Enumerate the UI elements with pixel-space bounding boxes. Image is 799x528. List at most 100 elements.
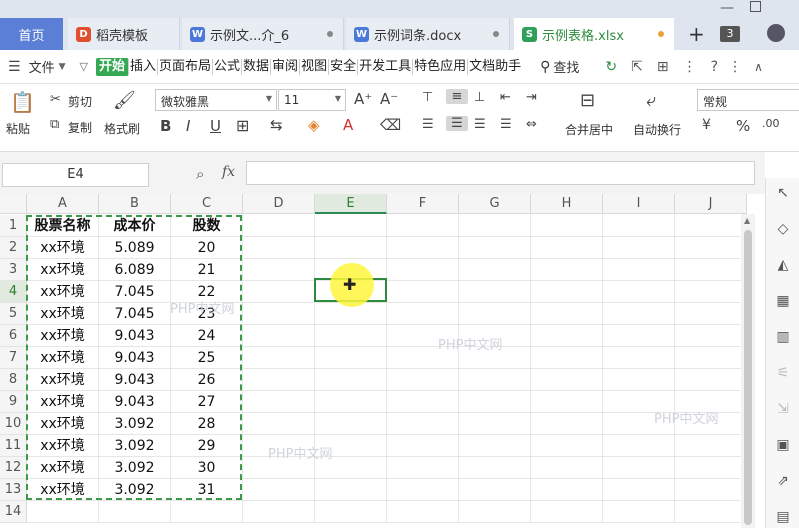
cell-i7[interactable] xyxy=(603,347,675,369)
cell-a7[interactable]: xx环境 xyxy=(27,347,99,369)
border-icon[interactable]: ⊞ xyxy=(236,116,249,135)
cell-h13[interactable] xyxy=(531,479,603,501)
cell-e10[interactable] xyxy=(315,413,387,435)
cell-f10[interactable] xyxy=(387,413,459,435)
row-header-12[interactable]: 12 xyxy=(0,457,27,479)
column-header-i[interactable]: I xyxy=(603,194,675,214)
cell-e8[interactable] xyxy=(315,369,387,391)
align-right-icon[interactable]: ☰ xyxy=(474,117,486,132)
gallery-icon[interactable]: ▤ xyxy=(774,508,792,526)
paste-icon[interactable]: 📋 xyxy=(10,90,35,114)
cell-i6[interactable] xyxy=(603,325,675,347)
cell-d9[interactable] xyxy=(243,391,315,413)
cell-i14[interactable] xyxy=(603,501,675,523)
cell-e6[interactable] xyxy=(315,325,387,347)
scroll-up-icon[interactable]: ▲ xyxy=(744,216,750,225)
cell-b5[interactable]: 7.045 xyxy=(99,303,171,325)
cell-i8[interactable] xyxy=(603,369,675,391)
cell-a1[interactable]: 股票名称 xyxy=(27,215,99,237)
cell-j12[interactable] xyxy=(675,457,747,479)
cell-d1[interactable] xyxy=(243,215,315,237)
indent-increase-icon[interactable]: ⇥ xyxy=(526,90,537,105)
cell-f11[interactable] xyxy=(387,435,459,457)
tab-docer-templates[interactable]: D 稻壳模板 xyxy=(68,18,180,50)
eraser-icon[interactable]: ⌫ xyxy=(380,116,401,134)
cell-j6[interactable] xyxy=(675,325,747,347)
cell-e1[interactable] xyxy=(315,215,387,237)
cell-c9[interactable]: 27 xyxy=(171,391,243,413)
menu-formulas[interactable]: 公式 xyxy=(213,58,243,75)
row-header-11[interactable]: 11 xyxy=(0,435,27,457)
tab-home[interactable]: 首页 xyxy=(0,18,63,50)
cell-g5[interactable] xyxy=(459,303,531,325)
menu-review[interactable]: 审阅 xyxy=(271,58,301,75)
chart-icon[interactable]: ▥ xyxy=(774,328,792,346)
cell-g12[interactable] xyxy=(459,457,531,479)
cell-c3[interactable]: 21 xyxy=(171,259,243,281)
minimize-icon[interactable]: — xyxy=(720,0,734,16)
cell-a9[interactable]: xx环境 xyxy=(27,391,99,413)
collab-icon[interactable]: ⊞ xyxy=(657,59,669,75)
spreadsheet-grid[interactable]: ABCDEFGHIJ 1 2 3 4 5 6 7 8 9 10 11 12 13 14 股票名称 成本价 股数… xyxy=(0,194,765,528)
font-name-select[interactable]: 微软雅黑 ▼ xyxy=(155,89,277,111)
select-cursor-icon[interactable]: ↖ xyxy=(774,184,792,202)
row-header-3[interactable]: 3 xyxy=(0,259,27,281)
cell-h12[interactable] xyxy=(531,457,603,479)
file-menu[interactable]: 文件 xyxy=(29,57,55,76)
cell-j7[interactable] xyxy=(675,347,747,369)
cell-a13[interactable]: xx环境 xyxy=(27,479,99,501)
bold-icon[interactable]: B xyxy=(160,117,171,135)
share-icon[interactable]: ⇱ xyxy=(631,59,643,75)
row-header-14[interactable]: 14 xyxy=(0,501,27,523)
cell-c13[interactable]: 31 xyxy=(171,479,243,501)
menu-security[interactable]: 安全 xyxy=(329,58,359,75)
increase-font-icon[interactable]: A⁺ xyxy=(354,90,372,108)
column-header-g[interactable]: G xyxy=(459,194,531,214)
cell-f1[interactable] xyxy=(387,215,459,237)
tab-count-badge[interactable]: 3 xyxy=(720,26,740,42)
formula-input[interactable] xyxy=(246,161,755,185)
cell-f2[interactable] xyxy=(387,237,459,259)
row-header-7[interactable]: 7 xyxy=(0,347,27,369)
column-header-f[interactable]: F xyxy=(387,194,459,214)
cell-i3[interactable] xyxy=(603,259,675,281)
column-header-h[interactable]: H xyxy=(531,194,603,214)
new-tab-button[interactable]: + xyxy=(688,22,705,46)
cell-e9[interactable] xyxy=(315,391,387,413)
cell-a6[interactable]: xx环境 xyxy=(27,325,99,347)
function-icon[interactable]: fx xyxy=(222,164,235,180)
cell-d8[interactable] xyxy=(243,369,315,391)
cell-h1[interactable] xyxy=(531,215,603,237)
cell-b1[interactable]: 成本价 xyxy=(99,215,171,237)
cell-g8[interactable] xyxy=(459,369,531,391)
cell-d7[interactable] xyxy=(243,347,315,369)
row-header-5[interactable]: 5 xyxy=(0,303,27,325)
cell-i2[interactable] xyxy=(603,237,675,259)
menu-home[interactable]: 开始 xyxy=(95,57,129,76)
cell-b13[interactable]: 3.092 xyxy=(99,479,171,501)
cell-h10[interactable] xyxy=(531,413,603,435)
cell-c2[interactable]: 20 xyxy=(171,237,243,259)
cell-f3[interactable] xyxy=(387,259,459,281)
cell-c7[interactable]: 25 xyxy=(171,347,243,369)
image-icon[interactable]: ▣ xyxy=(774,436,792,454)
cell-i12[interactable] xyxy=(603,457,675,479)
cell-e14[interactable] xyxy=(315,501,387,523)
menu-page-layout[interactable]: 页面布局 xyxy=(158,58,214,75)
column-header-b[interactable]: B xyxy=(99,194,171,214)
row-header-8[interactable]: 8 xyxy=(0,369,27,391)
format-painter-button[interactable]: 格式刷 xyxy=(104,120,140,137)
cell-b3[interactable]: 6.089 xyxy=(99,259,171,281)
cell-a4[interactable]: xx环境 xyxy=(27,281,99,303)
cell-a5[interactable]: xx环境 xyxy=(27,303,99,325)
percent-icon[interactable]: % xyxy=(736,117,750,135)
justify-icon[interactable]: ☰ xyxy=(500,117,512,132)
cloud-sync-icon[interactable]: ↻ xyxy=(605,59,617,75)
cell-f9[interactable] xyxy=(387,391,459,413)
cell-a2[interactable]: xx环境 xyxy=(27,237,99,259)
select-all-corner[interactable] xyxy=(0,194,27,214)
search-button[interactable]: 查找 xyxy=(553,57,579,76)
cell-j2[interactable] xyxy=(675,237,747,259)
cell-h11[interactable] xyxy=(531,435,603,457)
cell-h4[interactable] xyxy=(531,281,603,303)
